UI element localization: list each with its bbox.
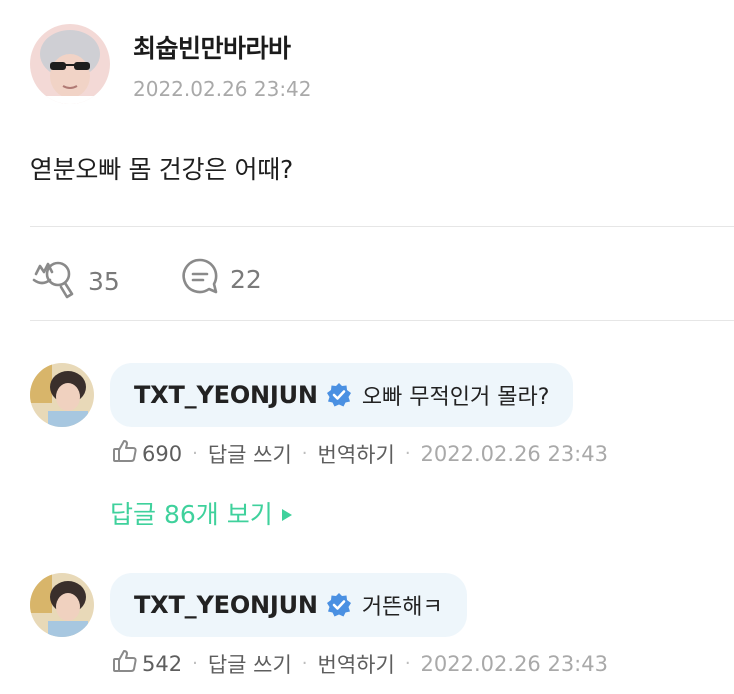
translate-button[interactable]: 번역하기 <box>318 649 395 679</box>
comment-timestamp: 2022.02.26 23:43 <box>420 441 608 466</box>
separator-dot: · <box>192 653 198 674</box>
comment-bubble: TXT_YEONJUN 오빠 무적인거 몰라? <box>110 363 574 427</box>
thumbs-up-icon <box>112 648 138 679</box>
like-count: 542 <box>142 651 183 676</box>
separator-dot: · <box>192 443 198 464</box>
divider-top <box>30 226 734 227</box>
like-button[interactable]: 542 <box>112 648 182 679</box>
separator-dot: · <box>404 653 411 674</box>
comment-avatar[interactable] <box>30 363 94 427</box>
divider-bottom <box>30 320 734 321</box>
view-replies-link[interactable]: 답글 86개 보기 <box>110 495 293 531</box>
thumbs-up-icon <box>112 438 138 469</box>
reply-button[interactable]: 답글 쓰기 <box>208 649 292 679</box>
post-timestamp: 2022.02.26 23:42 <box>133 77 312 101</box>
comment-meta: 690 · 답글 쓰기 · 번역하기 · 2022.02.26 23:43 <box>112 438 608 469</box>
separator-dot: · <box>301 443 308 464</box>
comment-meta: 542 · 답글 쓰기 · 번역하기 · 2022.02.26 23:43 <box>112 648 608 679</box>
verified-badge-icon <box>326 382 352 408</box>
reactions-count: 35 <box>88 266 120 296</box>
comment-author-name[interactable]: TXT_YEONJUN <box>134 591 318 619</box>
reply-button[interactable]: 답글 쓰기 <box>208 439 292 469</box>
comment-avatar[interactable] <box>30 573 94 637</box>
comment-bubble: TXT_YEONJUN 거뜬해ㅋ <box>110 573 467 637</box>
post-author-name[interactable]: 최숩빈만바라바 <box>133 29 291 65</box>
cheer-hands-icon <box>30 256 78 306</box>
comment-text: 오빠 무적인거 몰라? <box>361 385 550 410</box>
speech-bubble-icon <box>180 256 220 302</box>
comment-timestamp: 2022.02.26 23:43 <box>420 651 608 676</box>
post-body-text: 엳분오빠 몸 건강은 어때? <box>30 155 293 184</box>
view-replies-label: 답글 86개 보기 <box>110 500 273 529</box>
post-author-avatar[interactable] <box>30 24 110 104</box>
translate-button[interactable]: 번역하기 <box>318 439 395 469</box>
comments-count: 22 <box>230 264 262 294</box>
verified-badge-icon <box>326 592 352 618</box>
comment-text: 거뜬해ㅋ <box>361 595 443 620</box>
triangle-right-icon <box>281 499 293 528</box>
reaction-button[interactable]: 35 <box>30 256 120 306</box>
like-button[interactable]: 690 <box>112 438 182 469</box>
like-count: 690 <box>142 441 183 466</box>
comment-author-name[interactable]: TXT_YEONJUN <box>134 381 318 409</box>
comment-button[interactable]: 22 <box>180 256 262 302</box>
separator-dot: · <box>301 653 308 674</box>
separator-dot: · <box>404 443 411 464</box>
